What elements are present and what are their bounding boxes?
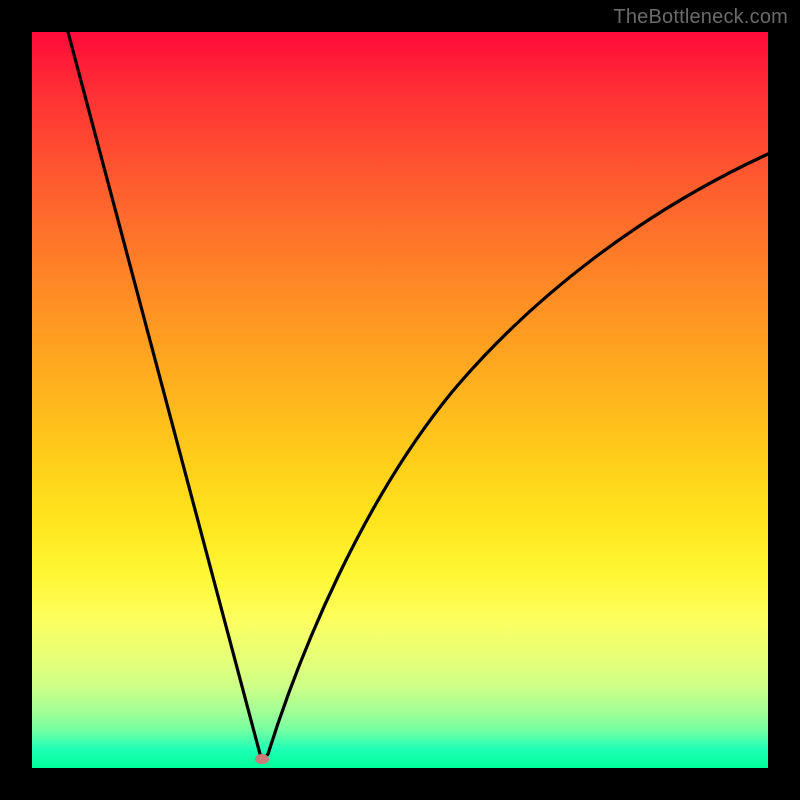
minimum-marker <box>255 754 269 764</box>
chart-frame: TheBottleneck.com <box>0 0 800 800</box>
plot-area <box>32 32 768 768</box>
bottleneck-curve <box>32 32 768 768</box>
watermark-text: TheBottleneck.com <box>613 6 788 29</box>
curve-path <box>68 32 768 758</box>
